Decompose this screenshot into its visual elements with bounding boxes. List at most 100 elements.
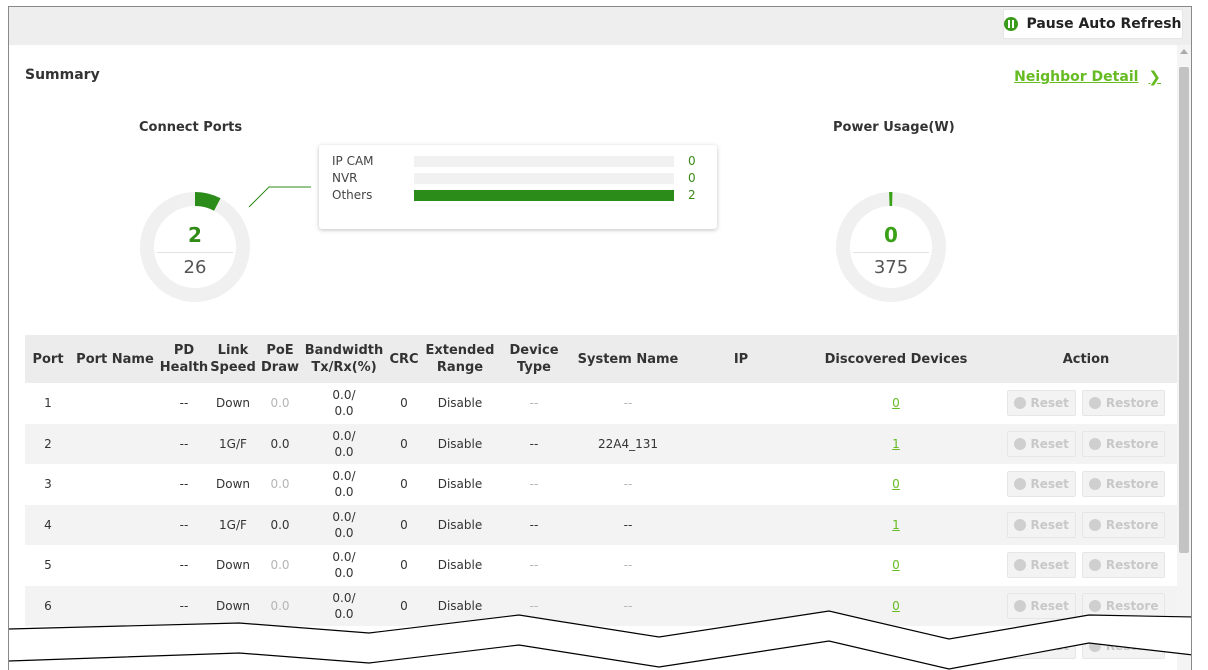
extended-range-cell: Disable (437, 517, 483, 532)
discovered-devices-link[interactable]: 0 (892, 396, 900, 410)
extended-range-cell: Disable (437, 436, 483, 451)
divider (853, 252, 929, 253)
system-name-cell: 22A4_131 (597, 436, 659, 451)
restore-button[interactable]: Restore (1081, 471, 1166, 498)
col-header-system-name[interactable]: System Name (571, 335, 685, 383)
reset-button[interactable]: Reset (1006, 552, 1076, 579)
connect-ports-value: 2 (188, 223, 202, 247)
restore-label: Restore (1105, 436, 1159, 451)
crc-cell: 0 (400, 436, 408, 451)
col-header-ip[interactable]: IP (685, 335, 797, 383)
bandwidth-tx: 0.0/ (332, 388, 356, 403)
port-name-cell (71, 383, 159, 424)
col-header-extended-range[interactable]: Extended Range (423, 335, 497, 383)
action-cell: Reset Restore (995, 464, 1177, 505)
table-row: 1 -- Down 0.0 0.0/0.0 0 Disable -- -- 0 Reset Resto… (25, 383, 1177, 424)
col-header-crc[interactable]: CRC (385, 335, 423, 383)
system-name-cell: -- (623, 396, 633, 411)
port-cell: 1 (44, 396, 52, 411)
extended-range-cell: Disable (437, 396, 483, 411)
device-type-cell: -- (529, 396, 539, 411)
scrollbar-thumb[interactable] (1179, 67, 1189, 553)
restore-button[interactable]: Restore (1081, 390, 1166, 417)
bandwidth-cell: 0.0/0.0 (303, 424, 385, 465)
device-type-cell: -- (529, 436, 539, 451)
poe-draw-cell: 0.0 (270, 436, 290, 451)
divider (157, 252, 233, 253)
system-name-cell: -- (623, 477, 633, 492)
col-header-link-speed[interactable]: Link Speed (209, 335, 257, 383)
col-header-pd-health[interactable]: PD Health (159, 335, 209, 383)
bandwidth-rx: 0.0 (334, 404, 354, 419)
legend-item-others: Others 2 (332, 188, 696, 202)
ip-cell (685, 383, 797, 424)
restore-label: Restore (1105, 477, 1159, 492)
action-cell: Reset Restore (995, 424, 1177, 465)
power-icon (1013, 437, 1026, 450)
page-break-zigzag (9, 610, 1191, 670)
poe-draw-cell: 0.0 (270, 517, 290, 532)
pause-auto-refresh-button[interactable]: Pause Auto Refresh (1003, 9, 1183, 39)
bandwidth-cell: 0.0/0.0 (303, 464, 385, 505)
system-name-cell: -- (623, 517, 633, 532)
poe-draw-cell: 0.0 (270, 396, 290, 411)
reset-button[interactable]: Reset (1006, 511, 1076, 538)
discovered-devices-link[interactable]: 1 (892, 437, 900, 451)
col-header-port[interactable]: Port (25, 335, 71, 383)
power-icon (1013, 397, 1026, 410)
power-icon (1013, 518, 1026, 531)
scroll-up-arrow-icon[interactable] (1180, 49, 1188, 54)
device-type-cell: -- (529, 517, 539, 532)
reset-button[interactable]: Reset (1006, 430, 1076, 457)
bandwidth-rx: 0.0 (334, 525, 354, 540)
discovered-devices-cell: 0 (797, 545, 995, 586)
neighbor-detail-label: Neighbor Detail (1014, 69, 1139, 85)
reset-button[interactable]: Reset (1006, 390, 1076, 417)
table-header-row: Port Port Name PD Health Link Speed PoE … (25, 335, 1177, 383)
reset-button[interactable]: Reset (1006, 471, 1076, 498)
col-header-device-type[interactable]: Device Type (497, 335, 571, 383)
legend-item-nvr: NVR 0 (332, 171, 696, 185)
col-header-poe-draw[interactable]: PoE Draw (257, 335, 303, 383)
discovered-devices-link[interactable]: 0 (892, 558, 900, 572)
connector-line (248, 186, 311, 208)
power-icon (1013, 559, 1026, 572)
system-name-cell: -- (623, 558, 633, 573)
restore-label: Restore (1105, 396, 1159, 411)
bandwidth-tx: 0.0/ (332, 509, 356, 524)
restore-icon (1088, 478, 1101, 491)
bandwidth-tx: 0.0/ (332, 550, 356, 565)
device-type-cell: -- (529, 477, 539, 492)
summary-title: Summary (25, 67, 100, 83)
crc-cell: 0 (400, 517, 408, 532)
device-type-cell: -- (529, 558, 539, 573)
link-speed-cell: 1G/F (219, 436, 247, 451)
col-header-discovered-devices[interactable]: Discovered Devices (797, 335, 995, 383)
bandwidth-rx: 0.0 (334, 485, 354, 500)
restore-button[interactable]: Restore (1081, 430, 1166, 457)
bandwidth-cell: 0.0/0.0 (303, 383, 385, 424)
extended-range-cell: Disable (437, 477, 483, 492)
discovered-devices-link[interactable]: 1 (892, 518, 900, 532)
crc-cell: 0 (400, 396, 408, 411)
reset-label: Reset (1030, 477, 1069, 492)
col-header-port-name[interactable]: Port Name (71, 335, 159, 383)
ip-cell (685, 545, 797, 586)
discovered-devices-link[interactable]: 0 (892, 477, 900, 491)
reset-label: Reset (1030, 558, 1069, 573)
neighbor-detail-link[interactable]: Neighbor Detail ❯ (1014, 68, 1161, 86)
restore-icon (1088, 437, 1101, 450)
pd-health-cell: -- (179, 436, 189, 451)
pd-health-cell: -- (179, 396, 189, 411)
ip-cell (685, 424, 797, 465)
power-usage-value: 0 (884, 223, 898, 247)
restore-button[interactable]: Restore (1081, 511, 1166, 538)
crc-cell: 0 (400, 477, 408, 492)
extended-range-cell: Disable (437, 558, 483, 573)
restore-button[interactable]: Restore (1081, 552, 1166, 579)
discovered-devices-cell: 0 (797, 464, 995, 505)
col-header-bandwidth[interactable]: Bandwidth Tx/Rx(%) (303, 335, 385, 383)
restore-label: Restore (1105, 517, 1159, 532)
bandwidth-rx: 0.0 (334, 566, 354, 581)
link-speed-cell: 1G/F (219, 517, 247, 532)
